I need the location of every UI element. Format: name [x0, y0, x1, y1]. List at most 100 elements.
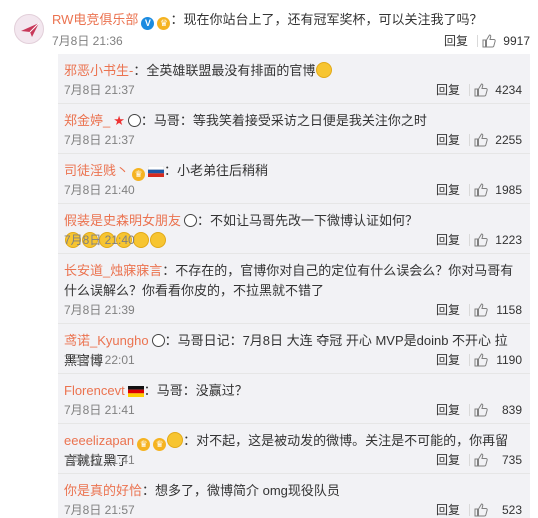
comment-text: ：马哥：没赢过？ — [143, 383, 248, 398]
username-link[interactable]: 邪恶小书生- — [64, 63, 133, 78]
reply-button[interactable]: 回复 — [436, 402, 460, 418]
divider — [469, 304, 470, 316]
comment-footer: 7月8日 21:57 回复 523 — [64, 502, 522, 518]
divider — [469, 404, 470, 416]
list-item: 你是真的好恰：想多了，微博简介 omg现役队员 7月8日 21:57 回复 52… — [58, 474, 530, 518]
list-item: 郑金婷_ ★ ：马哥：等我笑着接受采访之日便是我关注你之时 7月8日 21:37 回… — [58, 104, 530, 154]
list-item: 假装是史森明女朋友 ：不如让马哥先改一下微博认证如何？ 7月8日 21:40 回复… — [58, 204, 530, 254]
comment-text: ：不如让马哥先改一下微博认证如何？ — [197, 213, 419, 228]
username-link[interactable]: 你是真的好恰 — [64, 483, 142, 498]
username-link[interactable]: 郑金婷_ — [64, 113, 110, 128]
list-item: 邪恶小书生-：全英雄联盟最没有排面的官博 7月8日 21:37 回复 4234 — [58, 54, 530, 104]
username-link[interactable]: Florencevt — [64, 383, 125, 398]
username-link[interactable]: 假装是史森明女朋友 — [64, 213, 181, 228]
vip-crown-icon: ♛ — [132, 168, 146, 181]
divider — [469, 454, 470, 466]
divider — [469, 84, 470, 96]
username-link[interactable]: 长安道_烛寐寐言 — [64, 263, 162, 278]
main-comment: RW电竞俱乐部 V ♛ ：现在你站台上了，还有冠军奖杯，可以关注我了吗？ 7月8日 2… — [0, 0, 538, 50]
reply-button[interactable]: 回复 — [436, 132, 460, 148]
comment-text: ：想多了，微博简介 omg现役队员 — [142, 483, 340, 498]
reply-button[interactable]: 回复 — [436, 232, 460, 248]
divider — [469, 184, 470, 196]
like-button[interactable]: 4234 — [474, 82, 522, 98]
comment-line: RW电竞俱乐部 V ♛ ：现在你站台上了，还有冠军奖杯，可以关注我了吗？ — [52, 12, 482, 30]
like-button[interactable]: 839 — [474, 402, 522, 418]
panda-badge-icon — [184, 214, 198, 227]
vip-crown-icon: ♛ — [157, 17, 171, 30]
reply-button[interactable]: 回复 — [436, 302, 460, 318]
thumbs-up-icon — [474, 353, 488, 367]
germany-flag-icon — [127, 386, 144, 397]
username-link[interactable]: eeeelizapan — [64, 433, 134, 448]
russia-flag-icon — [148, 166, 165, 177]
reply-button[interactable]: 回复 — [436, 452, 460, 468]
thumbs-up-icon — [474, 503, 488, 517]
comment-footer: 7月8日 21:36 回复 9917 — [52, 33, 530, 49]
verified-v-icon: V — [141, 17, 155, 30]
panda-badge-icon — [151, 334, 165, 347]
vip-crown-icon: ♛ — [153, 438, 167, 451]
comment-footer: 7月8日 21:41 回复 735 — [64, 452, 522, 468]
comment-footer: 7月8日 21:37 回复 4234 — [64, 82, 522, 98]
comment-text: ：马哥：等我笑着接受采访之日便是我关注你之时 — [140, 113, 427, 128]
like-button[interactable]: 1158 — [474, 302, 522, 318]
like-count: 735 — [501, 453, 522, 467]
like-button[interactable]: 735 — [474, 452, 522, 468]
reply-button[interactable]: 回复 — [436, 182, 460, 198]
list-item: Florencevt ：马哥：没赢过？ 7月8日 21:41 回复 839 — [58, 374, 530, 424]
comment-line: Florencevt ：马哥：没赢过？ — [64, 381, 514, 401]
comment-text: ：现在你站台上了，还有冠军奖杯，可以关注我了吗？ — [170, 12, 483, 27]
comment-line: 你是真的好恰：想多了，微博简介 omg现役队员 — [64, 481, 514, 501]
username-link[interactable]: RW电竞俱乐部 — [52, 12, 138, 27]
star-badge-icon: ★ — [113, 113, 125, 128]
like-button[interactable]: 523 — [474, 502, 522, 518]
like-count: 1985 — [495, 183, 522, 197]
thumbs-up-icon — [474, 183, 488, 197]
reply-button[interactable]: 回复 — [436, 352, 460, 368]
timestamp: 7月8日 21:39 — [64, 303, 135, 317]
comment-footer: 7月8日 21:40 回复 1223 — [64, 232, 522, 248]
like-count: 9917 — [503, 34, 530, 48]
like-button[interactable]: 9917 — [482, 33, 530, 49]
like-button[interactable]: 1985 — [474, 182, 522, 198]
like-count: 1158 — [496, 303, 522, 317]
panda-badge-icon — [127, 114, 141, 127]
list-item: 长安道_烛寐寐言：不存在的，官博你对自己的定位有什么误会么？你对马哥有什么误解么… — [58, 254, 530, 324]
timestamp: 7月8日 22:01 — [64, 353, 135, 367]
comment-footer: 7月8日 21:40 回复 1985 — [64, 182, 522, 198]
timestamp: 7月8日 21:36 — [52, 34, 123, 48]
reply-button[interactable]: 回复 — [436, 502, 460, 518]
comment-line: 司徒淫贱丶 ♛ ：小老弟往后稍稍 — [64, 161, 514, 181]
like-count: 523 — [501, 503, 522, 517]
comment-text: ：小老弟往后稍稍 — [164, 163, 269, 178]
like-button[interactable]: 1223 — [474, 232, 522, 248]
comment-footer: 7月8日 21:41 回复 839 — [64, 402, 522, 418]
thumbs-up-icon — [474, 233, 488, 247]
reply-button[interactable]: 回复 — [444, 33, 468, 49]
username-link[interactable]: 司徒淫贱丶 — [64, 163, 129, 178]
vip-crown-icon: ♛ — [137, 438, 151, 451]
comment-footer: 7月8日 21:37 回复 2255 — [64, 132, 522, 148]
thumbs-up-icon — [482, 34, 496, 48]
list-item: 鸢诺_Kyungho ：马哥日记：7月8日 大连 夺冠 开心 MVP是doinb … — [58, 324, 530, 374]
divider — [469, 354, 470, 366]
reply-list: 邪恶小书生-：全英雄联盟最没有排面的官博 7月8日 21:37 回复 4234 … — [58, 54, 530, 518]
thumbs-up-icon — [474, 403, 488, 417]
thumbs-up-icon — [474, 83, 488, 97]
comment-line: 长安道_烛寐寐言：不存在的，官博你对自己的定位有什么误会么？你对马哥有什么误解么… — [64, 261, 514, 301]
comment-text: ：全英雄联盟最没有排面的官博 — [133, 63, 316, 78]
like-button[interactable]: 1190 — [474, 352, 522, 368]
like-button[interactable]: 2255 — [474, 132, 522, 148]
comment-footer: 7月8日 21:39 回复 1158 — [64, 302, 522, 318]
grin-emoji-icon — [316, 62, 333, 78]
reply-button[interactable]: 回复 — [436, 82, 460, 98]
divider — [469, 234, 470, 246]
comment-line: 郑金婷_ ★ ：马哥：等我笑着接受采访之日便是我关注你之时 — [64, 111, 514, 131]
like-count: 1223 — [495, 233, 522, 247]
avatar[interactable] — [14, 14, 44, 44]
divider — [469, 134, 470, 146]
like-count: 2255 — [495, 133, 522, 147]
list-item: eeeelizapan ♛ ♛ ：对不起，这是被动发的微博。关注是不可能的，你再留言就… — [58, 424, 530, 474]
username-link[interactable]: 鸢诺_Kyungho — [64, 333, 149, 348]
